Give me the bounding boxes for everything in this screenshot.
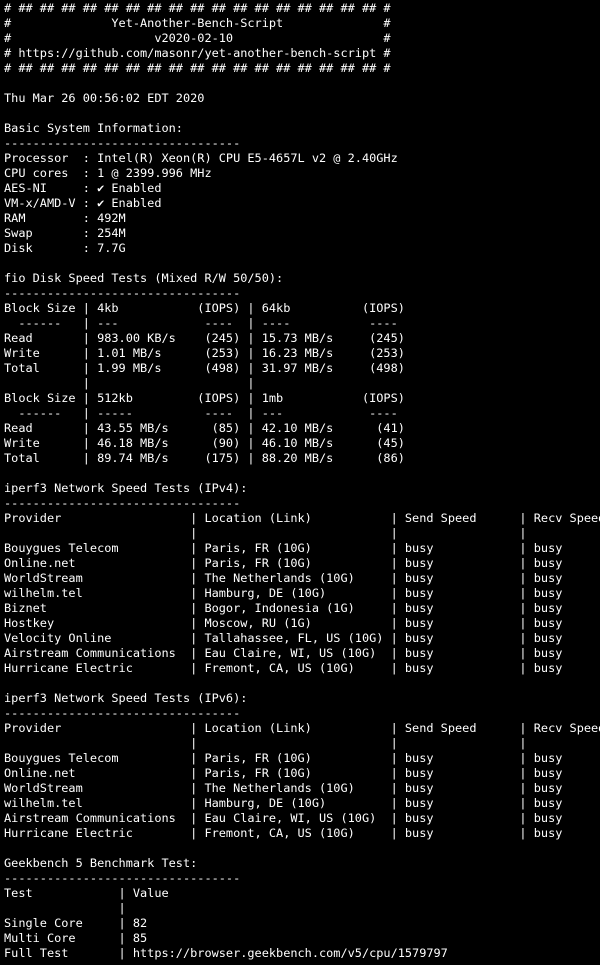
system-info-processor: Processor : Intel(R) Xeon(R) CPU E5-4657… xyxy=(4,151,398,165)
fio-table-rule: ------ | ----- ---- | --- ---- xyxy=(4,406,398,420)
section-divider: --------------------------------- xyxy=(4,286,241,300)
fio-heading: fio Disk Speed Tests (Mixed R/W 50/50): xyxy=(4,271,284,285)
system-info-cpu-cores: CPU cores : 1 @ 2399.996 MHz xyxy=(4,166,212,180)
geekbench-heading: Geekbench 5 Benchmark Test: xyxy=(4,856,198,870)
iperf-ipv4-table-row: WorldStream | The Netherlands (10G) | bu… xyxy=(4,571,563,585)
fio-table-row: Read | 43.55 MB/s (85) | 42.10 MB/s (41) xyxy=(4,421,405,435)
banner-border-top: # ## ## ## ## ## ## ## ## ## ## ## ## ##… xyxy=(4,1,391,15)
section-divider: --------------------------------- xyxy=(4,871,241,885)
iperf-ipv6-table-row: Hurricane Electric | Fremont, CA, US (10… xyxy=(4,826,563,840)
banner-version: # v2020-02-10 # xyxy=(4,31,391,45)
iperf-ipv4-table-row: Biznet | Bogor, Indonesia (1G) | busy | … xyxy=(4,601,563,615)
iperf-ipv4-table-row: Velocity Online | Tallahassee, FL, US (1… xyxy=(4,631,563,645)
banner-border-bottom: # ## ## ## ## ## ## ## ## ## ## ## ## ##… xyxy=(4,61,391,75)
iperf-ipv4-table-spacer: | | | xyxy=(4,526,527,540)
iperf-ipv6-table-row: Online.net | Paris, FR (10G) | busy | bu… xyxy=(4,766,563,780)
iperf-ipv4-table-row: Airstream Communications | Eau Claire, W… xyxy=(4,646,563,660)
iperf-ipv4-table-row: Bouygues Telecom | Paris, FR (10G) | bus… xyxy=(4,541,563,555)
fio-table-row: Total | 89.74 MB/s (175) | 88.20 MB/s (8… xyxy=(4,451,405,465)
geekbench-single-core: Single Core | 82 xyxy=(4,916,148,930)
system-info-swap: Swap : 254M xyxy=(4,226,126,240)
iperf-ipv6-table-spacer: | | | xyxy=(4,736,527,750)
fio-table-rule: ------ | --- ---- | ---- ---- xyxy=(4,316,398,330)
iperf-ipv4-table-header: Provider | Location (Link) | Send Speed … xyxy=(4,511,600,525)
geekbench-multi-core: Multi Core | 85 xyxy=(4,931,148,945)
section-divider: --------------------------------- xyxy=(4,496,241,510)
run-timestamp: Thu Mar 26 00:56:02 EDT 2020 xyxy=(4,91,205,105)
iperf-ipv6-table-row: WorldStream | The Netherlands (10G) | bu… xyxy=(4,781,563,795)
iperf-ipv4-table-row: wilhelm.tel | Hamburg, DE (10G) | busy |… xyxy=(4,586,563,600)
geekbench-table-header: Test | Value xyxy=(4,886,169,900)
iperf-ipv4-table-row: Hurricane Electric | Fremont, CA, US (10… xyxy=(4,661,563,675)
iperf-ipv6-table-row: wilhelm.tel | Hamburg, DE (10G) | busy |… xyxy=(4,796,563,810)
iperf-ipv4-heading: iperf3 Network Speed Tests (IPv4): xyxy=(4,481,248,495)
terminal-window[interactable]: # ## ## ## ## ## ## ## ## ## ## ## ## ##… xyxy=(0,0,600,965)
iperf-ipv6-table-row: Bouygues Telecom | Paris, FR (10G) | bus… xyxy=(4,751,563,765)
iperf-ipv4-table-row: Hostkey | Moscow, RU (1G) | busy | busy xyxy=(4,616,563,630)
fio-table-row: Total | 1.99 MB/s (498) | 31.97 MB/s (49… xyxy=(4,361,405,375)
system-info-aes-ni: AES-NI : ✔ Enabled xyxy=(4,181,162,195)
fio-table-row: Read | 983.00 KB/s (245) | 15.73 MB/s (2… xyxy=(4,331,405,345)
fio-table-header: Block Size | 512kb (IOPS) | 1mb (IOPS) xyxy=(4,391,405,405)
iperf-ipv6-table-header: Provider | Location (Link) | Send Speed … xyxy=(4,721,600,735)
fio-table-header: Block Size | 4kb (IOPS) | 64kb (IOPS) xyxy=(4,301,405,315)
geekbench-table-spacer: | xyxy=(4,901,126,915)
fio-table-row: Write | 46.18 MB/s (90) | 46.10 MB/s (45… xyxy=(4,436,405,450)
banner-title: # Yet-Another-Bench-Script # xyxy=(4,16,391,30)
section-divider: --------------------------------- xyxy=(4,706,241,720)
fio-table-row: Write | 1.01 MB/s (253) | 16.23 MB/s (25… xyxy=(4,346,405,360)
iperf-ipv6-table-row: Airstream Communications | Eau Claire, W… xyxy=(4,811,563,825)
iperf-ipv6-heading: iperf3 Network Speed Tests (IPv6): xyxy=(4,691,248,705)
section-divider: --------------------------------- xyxy=(4,136,241,150)
geekbench-full-test: Full Test | https://browser.geekbench.co… xyxy=(4,946,448,960)
iperf-ipv4-table-row: Online.net | Paris, FR (10G) | busy | bu… xyxy=(4,556,563,570)
system-info-vmx: VM-x/AMD-V : ✔ Enabled xyxy=(4,196,162,210)
fio-table-spacer: | | xyxy=(4,376,255,390)
system-info-ram: RAM : 492M xyxy=(4,211,126,225)
banner-url: # https://github.com/masonr/yet-another-… xyxy=(4,46,391,60)
system-info-heading: Basic System Information: xyxy=(4,121,183,135)
system-info-disk: Disk : 7.7G xyxy=(4,241,126,255)
